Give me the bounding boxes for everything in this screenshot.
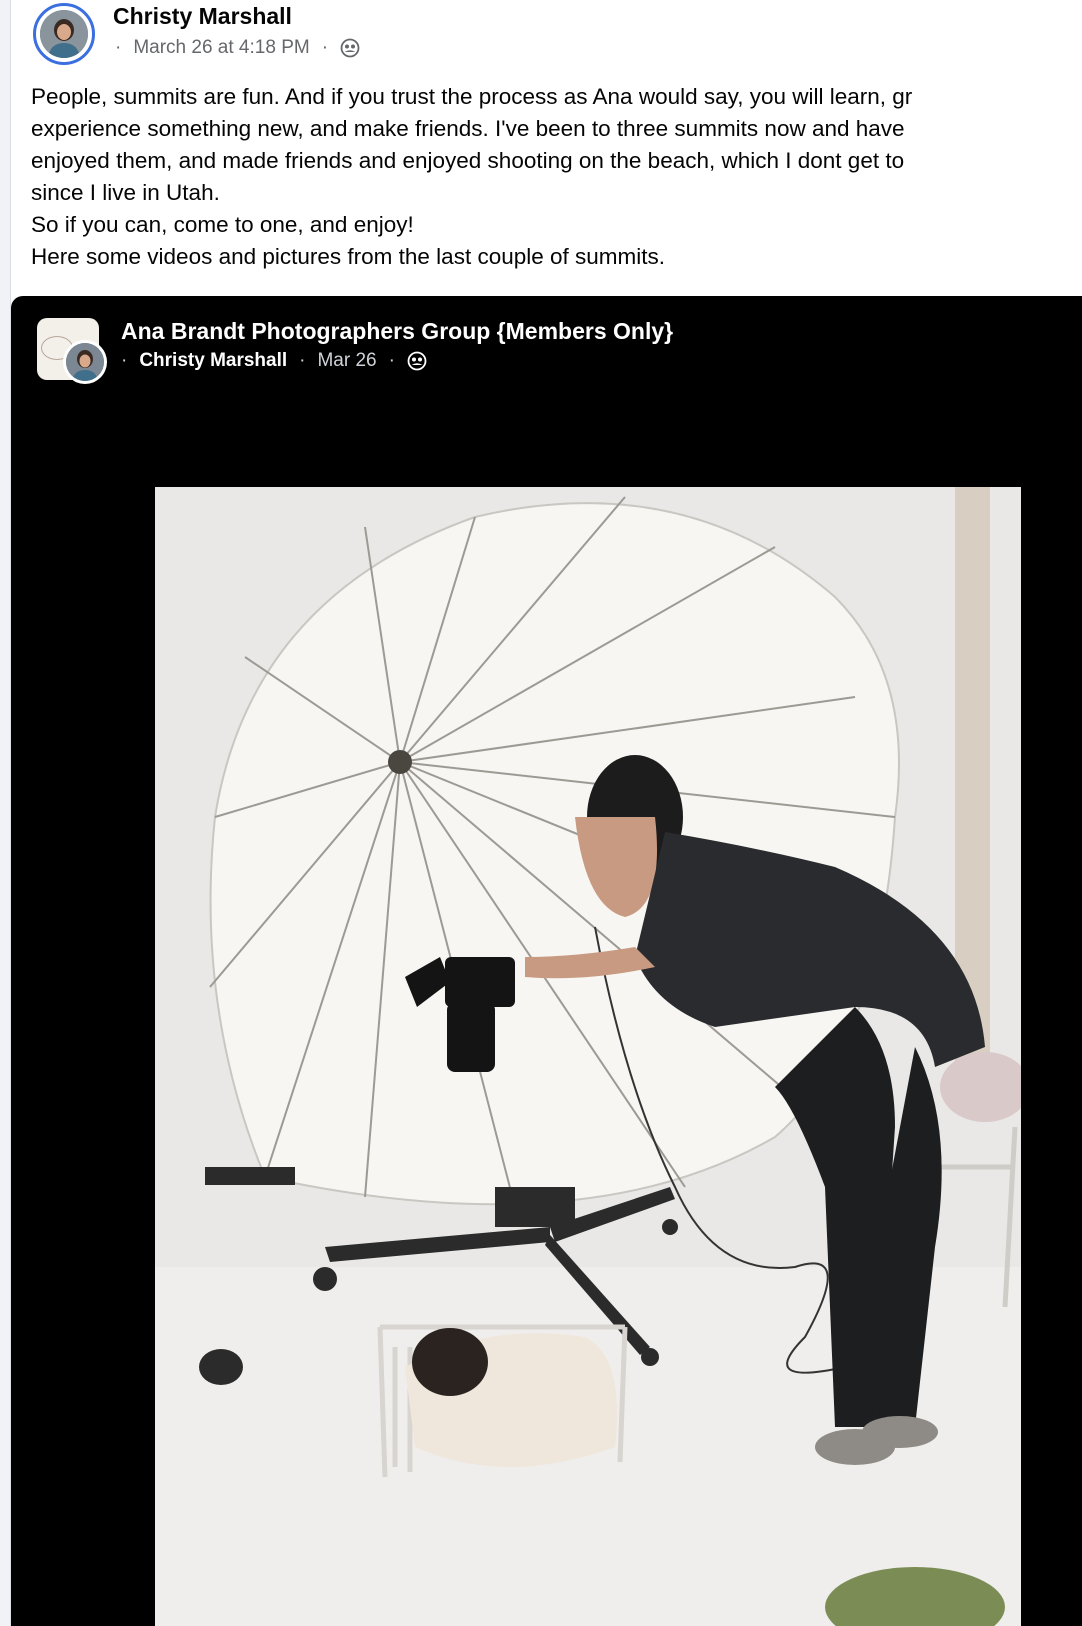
post-meta: · March 26 at 4:18 PM · [115,37,360,59]
meta-separator: · [121,350,128,371]
shared-post-meta: · Christy Marshall · Mar 26 · [121,350,427,372]
post-text-line: experience something new, and make frien… [31,116,905,141]
meta-separator: · [299,350,306,371]
meta-separator: · [321,37,329,58]
feed-left-edge [0,0,11,1626]
group-icon[interactable] [340,38,360,58]
shared-post-card[interactable]: Ana Brandt Photographers Group {Members … [11,296,1082,1626]
post-text-line: since I live in Utah. [31,180,220,205]
post-body: People, summits are fun. And if you trus… [31,81,1082,273]
meta-separator: · [388,350,395,371]
shared-post-author[interactable]: Christy Marshall [139,350,287,372]
post-author-name[interactable]: Christy Marshall [113,3,292,30]
shared-post-date[interactable]: Mar 26 [317,350,376,372]
post-text-line: Here some videos and pictures from the l… [31,244,666,269]
post-text-line: enjoyed them, and made friends and enjoy… [31,148,905,173]
shared-author-avatar[interactable] [63,340,107,384]
shared-group-name[interactable]: Ana Brandt Photographers Group {Members … [121,318,673,345]
post-text-line: People, summits are fun. And if you trus… [31,84,913,109]
post-timestamp[interactable]: March 26 at 4:18 PM [133,37,309,59]
author-avatar[interactable] [33,3,95,65]
post-text-line: So if you can, come to one, and enjoy! [31,212,414,237]
shared-post-photo[interactable] [155,487,1021,1626]
meta-separator: · [115,37,122,58]
group-icon[interactable] [407,351,427,371]
